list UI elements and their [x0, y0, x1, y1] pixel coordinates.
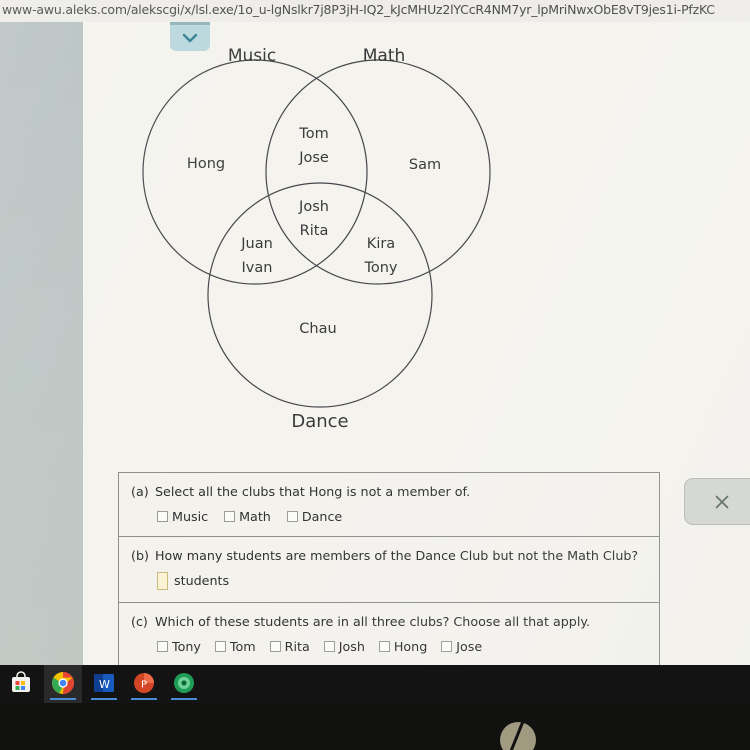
- question-b-answer: students: [157, 571, 649, 590]
- question-row-b: (b) How many students are members of the…: [119, 537, 659, 603]
- question-text-c: Which of these students are in all three…: [155, 613, 591, 629]
- close-button[interactable]: [684, 478, 750, 525]
- laptop-screen-photo: www-awu.aleks.com/alekscgi/x/lsl.exe/1o_…: [0, 0, 750, 750]
- checkbox-label: Music: [172, 508, 209, 524]
- checkbox-option-tom[interactable]: Tom: [214, 638, 256, 654]
- taskbar-running-indicator: [171, 698, 197, 700]
- venn-member-music-dance-1: Juan: [241, 236, 273, 252]
- question-panel: (a) Select all the clubs that Hong is no…: [118, 472, 660, 667]
- taskbar-running-indicator: [50, 698, 76, 700]
- question-tag-a: (a): [131, 484, 149, 499]
- checkbox-icon[interactable]: [269, 640, 281, 652]
- checkbox-icon[interactable]: [157, 640, 168, 652]
- venn-member-math-dance-1: Kira: [366, 236, 396, 252]
- question-row-c: (c) Which of these students are in all t…: [119, 603, 659, 666]
- venn-set-label-math: Math: [362, 46, 406, 66]
- venn-member-math-dance-2: Tony: [364, 260, 398, 276]
- venn-diagram: Music Math Dance Hong Sam Tom Jose Josh …: [120, 35, 540, 435]
- question-tag-c: (c): [131, 613, 148, 629]
- venn-member-music-dance-2: Ivan: [241, 260, 273, 276]
- venn-member-music-math-1: Tom: [299, 126, 329, 142]
- question-a-options: Music Math Dance: [157, 509, 649, 524]
- checkbox-label: Rita: [284, 638, 310, 654]
- url-text: www-awu.aleks.com/alekscgi/x/lsl.exe/1o_…: [2, 2, 715, 17]
- browser-page: www-awu.aleks.com/alekscgi/x/lsl.exe/1o_…: [0, 0, 750, 667]
- checkbox-label: Dance: [301, 508, 343, 524]
- checkbox-icon[interactable]: [441, 640, 453, 652]
- venn-member-music-only-1: Hong: [186, 156, 226, 172]
- checkbox-option-math[interactable]: Math: [224, 509, 271, 524]
- checkbox-option-music[interactable]: Music: [157, 509, 208, 524]
- question-tag-b: (b): [131, 547, 149, 563]
- checkbox-option-rita[interactable]: Rita: [269, 638, 310, 654]
- hp-logo: [500, 722, 536, 750]
- venn-set-label-dance: Dance: [291, 411, 349, 432]
- venn-set-label-music: Music: [227, 46, 277, 66]
- svg-text:W: W: [99, 678, 110, 691]
- chrome-icon[interactable]: [50, 670, 76, 696]
- checkbox-option-josh[interactable]: Josh: [323, 638, 365, 654]
- taskbar: W P: [0, 665, 750, 703]
- students-count-input[interactable]: [157, 571, 168, 590]
- checkbox-label: Josh: [338, 638, 365, 654]
- taskbar-running-indicator: [131, 698, 157, 700]
- venn-circle-dance: [207, 182, 433, 408]
- powerpoint-icon[interactable]: P: [131, 670, 157, 696]
- checkbox-icon[interactable]: [157, 510, 168, 522]
- venn-member-all-three-2: Rita: [299, 223, 329, 239]
- checkbox-icon[interactable]: [323, 640, 335, 652]
- checkbox-option-dance[interactable]: Dance: [286, 508, 343, 524]
- checkbox-label: Hong: [393, 638, 428, 654]
- checkbox-option-tony[interactable]: Tony: [157, 639, 201, 654]
- checkbox-label: Tony: [172, 638, 201, 654]
- checkbox-icon[interactable]: [214, 640, 226, 652]
- checkbox-label: Jose: [456, 638, 483, 654]
- checkbox-icon[interactable]: [286, 510, 298, 522]
- venn-circles: [142, 59, 491, 408]
- venn-member-math-only-1: Sam: [408, 157, 442, 173]
- svg-text:P: P: [141, 680, 147, 691]
- address-bar[interactable]: www-awu.aleks.com/alekscgi/x/lsl.exe/1o_…: [0, 0, 750, 22]
- word-icon[interactable]: W: [91, 670, 117, 696]
- laptop-bezel: [0, 703, 750, 750]
- window-left-edge: [0, 22, 83, 665]
- question-text-a: Select all the clubs that Hong is not a …: [155, 484, 471, 499]
- close-icon: [715, 495, 729, 508]
- checkbox-icon[interactable]: [378, 640, 390, 652]
- question-row-a: (a) Select all the clubs that Hong is no…: [119, 473, 659, 537]
- venn-member-dance-only-1: Chau: [299, 321, 337, 337]
- question-text-b: How many students are members of the Dan…: [155, 547, 639, 563]
- checkbox-option-hong[interactable]: Hong: [378, 638, 428, 654]
- checkbox-option-jose[interactable]: Jose: [441, 639, 482, 654]
- taskbar-running-indicator: [91, 698, 117, 700]
- checkbox-label: Math: [239, 508, 271, 524]
- question-c-options: Tony Tom Rita Josh Hong Jose: [157, 639, 649, 654]
- venn-member-all-three-1: Josh: [299, 199, 329, 215]
- green-app-icon[interactable]: [171, 670, 197, 696]
- students-unit-label: students: [174, 573, 230, 589]
- checkbox-label: Tom: [229, 638, 256, 654]
- checkbox-icon[interactable]: [224, 510, 236, 522]
- app-launcher-icon[interactable]: [8, 670, 34, 696]
- venn-member-music-math-2: Jose: [299, 150, 329, 166]
